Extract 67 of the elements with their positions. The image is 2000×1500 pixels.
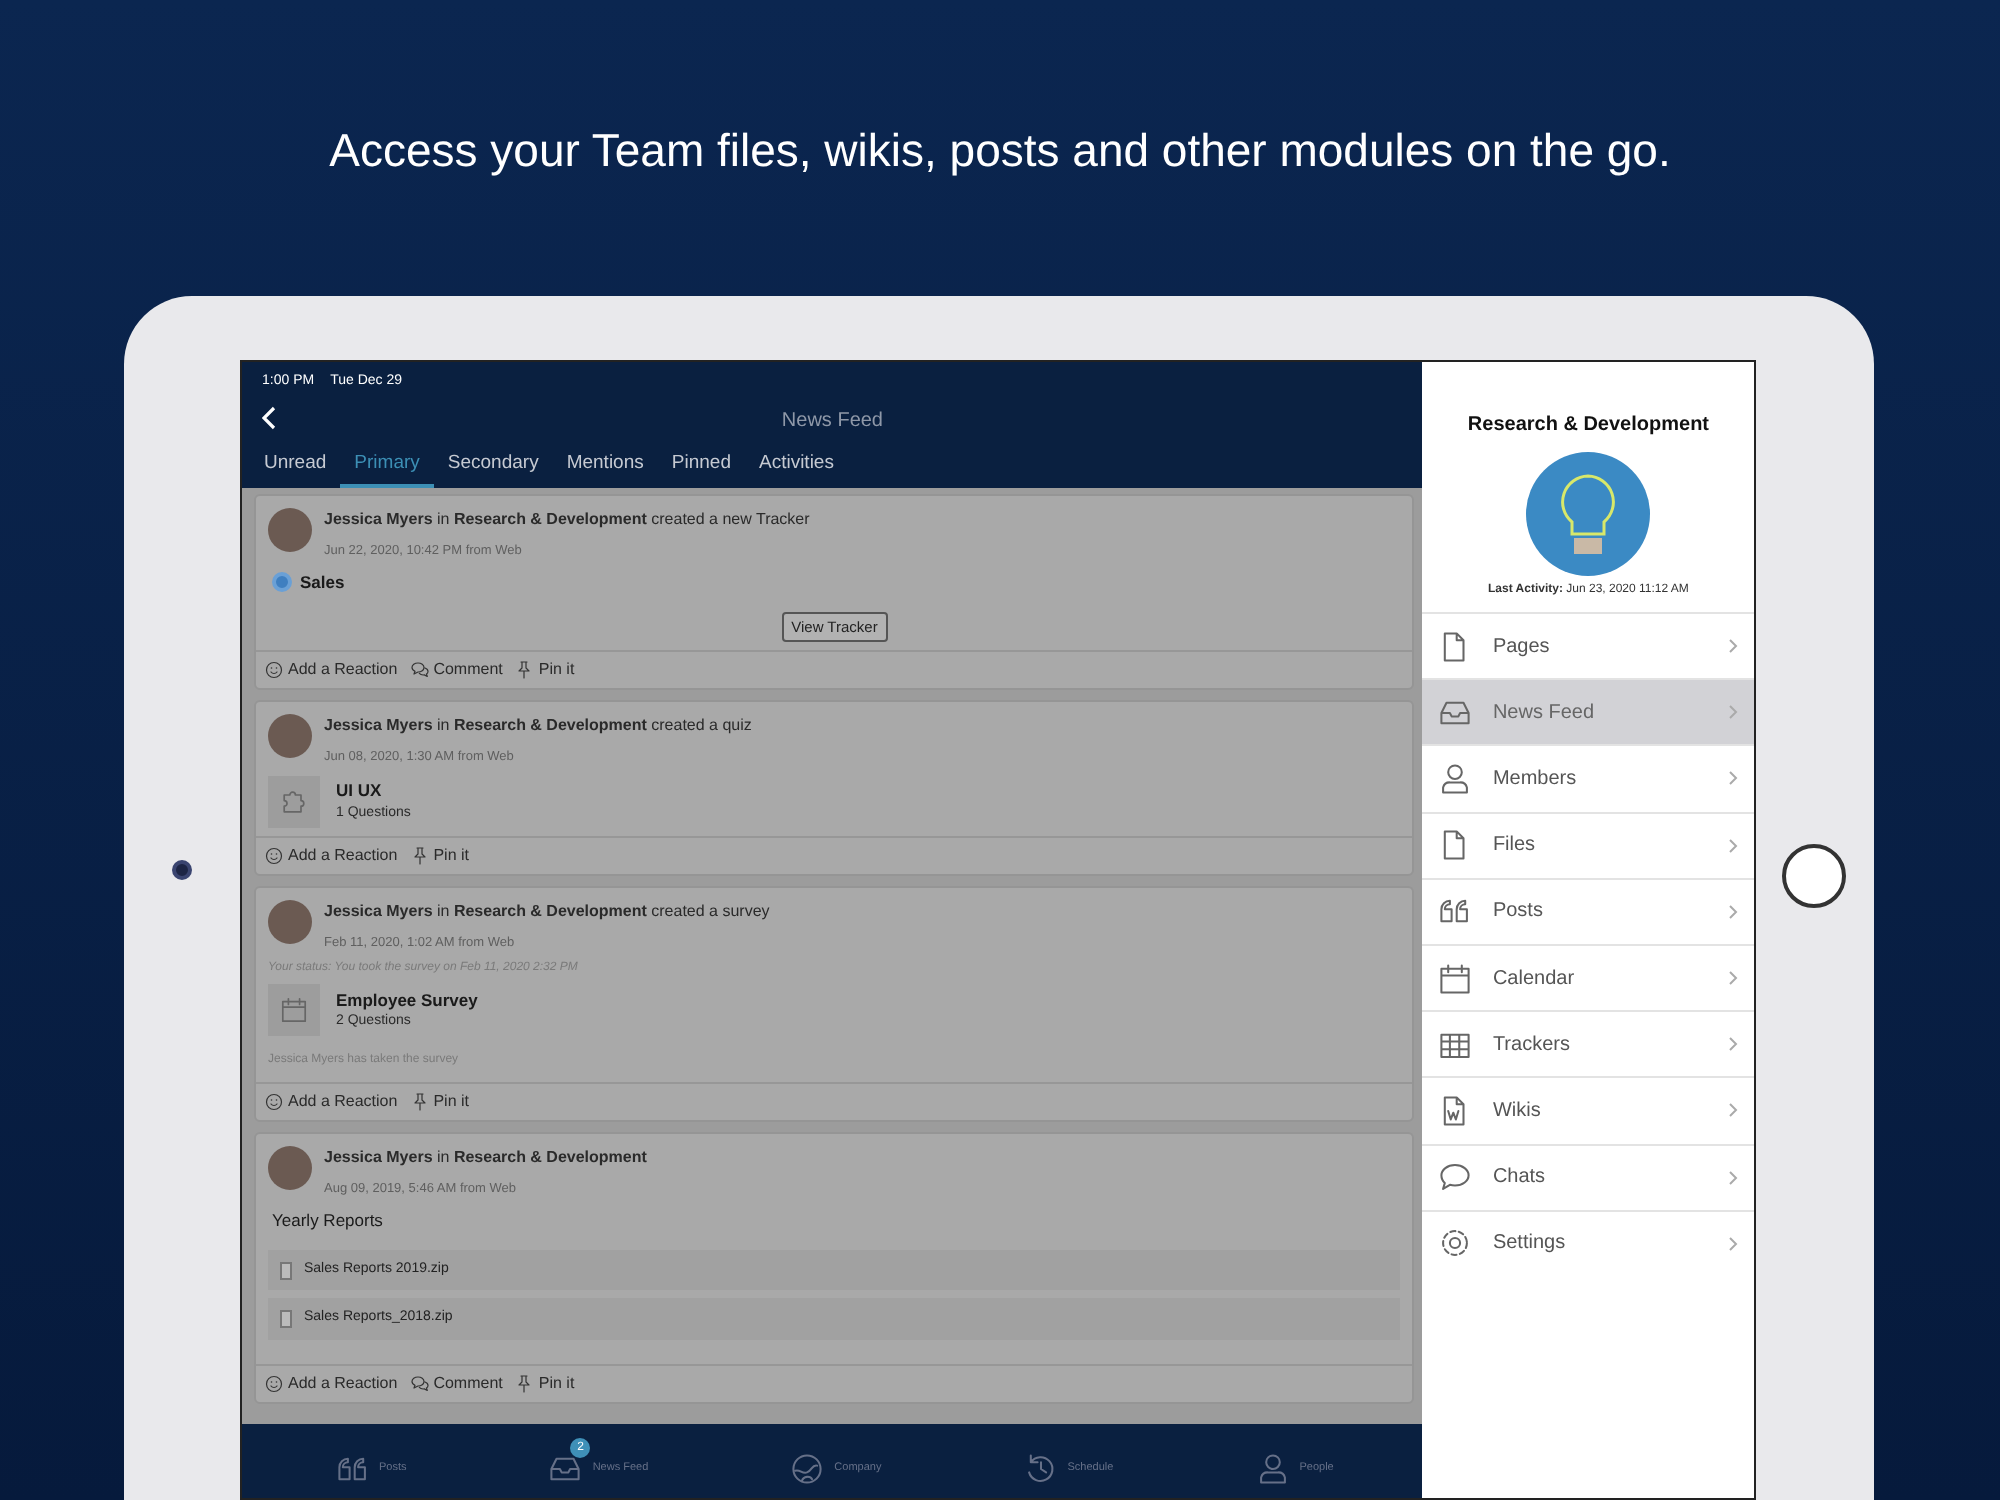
pin-icon: [514, 659, 535, 680]
speech-bubbles-icon: [409, 659, 430, 680]
post-text: Jessica Myers in Research & Development created a survey: [324, 899, 770, 923]
post-text: Jessica Myers in Research & Development created a new Tracker: [324, 508, 810, 532]
item-title: Employee Survey: [336, 987, 478, 1013]
tab[interactable]: Activities: [744, 446, 848, 488]
chevron-icon: [1728, 1102, 1738, 1119]
pin-button[interactable]: Pin it: [514, 657, 575, 682]
smiley-icon: [264, 1092, 284, 1113]
calendar-icon: [280, 996, 308, 1025]
tracker-name: Sales: [300, 569, 345, 595]
avatar-circle: [268, 713, 312, 758]
reaction-button[interactable]: Add a Reaction: [264, 1371, 398, 1396]
headline: Access your Team files, wikis, posts and other modules on the go.: [327, 122, 1673, 180]
person-icon: [1255, 1451, 1290, 1485]
chevron-icon: [1728, 770, 1738, 787]
reaction-button[interactable]: Add a Reaction: [264, 657, 398, 682]
back-icon[interactable]: [262, 406, 278, 430]
calendar-icon: [1438, 961, 1473, 996]
reaction-button[interactable]: Add a Reaction: [264, 1090, 398, 1115]
menu-item[interactable]: News Feed: [1422, 678, 1754, 745]
speech-bubble-icon: [1438, 1160, 1473, 1195]
tab[interactable]: Mentions: [552, 446, 658, 488]
avatar-circle: [268, 1146, 312, 1191]
chevron-icon: [1728, 1169, 1738, 1186]
group-logo-drawing: [1526, 452, 1651, 576]
chevron-icon: [1728, 1036, 1738, 1053]
post-text: Jessica Myers in Research & Development: [324, 1146, 647, 1171]
tracker-icon: [272, 572, 292, 593]
camera-dot: [172, 860, 192, 880]
chevron-icon: [1728, 970, 1738, 987]
pin-button[interactable]: Pin it: [409, 843, 469, 867]
gear-icon: [1438, 1226, 1473, 1261]
pin-button[interactable]: Pin it: [514, 1371, 575, 1396]
smiley-icon: [264, 845, 284, 865]
speech-bubbles-icon: [409, 1373, 430, 1394]
chevron-icon: [1728, 638, 1738, 655]
chevron-icon: [1728, 837, 1738, 854]
globe-icon: [790, 1451, 825, 1485]
chevron-icon: [1728, 704, 1738, 721]
pin-icon: [409, 845, 430, 865]
tab[interactable]: Pinned: [657, 446, 745, 488]
file-icon: [280, 1261, 292, 1279]
file-icon: [280, 1310, 292, 1328]
comment-button[interactable]: Comment: [409, 657, 503, 682]
smiley-icon: [264, 659, 284, 680]
comment-button[interactable]: Comment: [409, 1371, 503, 1396]
history-icon: [1023, 1451, 1058, 1485]
avatar-circle: [268, 899, 312, 943]
puzzle-icon: [280, 787, 308, 815]
page-title: News Feed: [781, 407, 883, 435]
smiley-icon: [264, 1373, 284, 1394]
avatar-circle: [268, 508, 312, 552]
chevron-icon: [1728, 1235, 1738, 1252]
tab[interactable]: Primary: [340, 446, 434, 488]
reaction-button[interactable]: Add a Reaction: [264, 843, 398, 867]
tab[interactable]: Secondary: [433, 446, 553, 488]
person-icon: [1438, 761, 1473, 796]
item-title: UI UX: [336, 777, 384, 804]
post-message: Yearly Reports: [270, 1208, 385, 1234]
tab[interactable]: Unread: [250, 446, 341, 488]
pin-icon: [409, 1092, 430, 1113]
post-text: Jessica Myers in Research & Development created a quiz: [324, 713, 752, 738]
pin-icon: [514, 1373, 535, 1394]
pin-button[interactable]: Pin it: [409, 1090, 469, 1115]
group-title: Research & Development: [1465, 412, 1712, 440]
chevron-icon: [1728, 903, 1738, 920]
